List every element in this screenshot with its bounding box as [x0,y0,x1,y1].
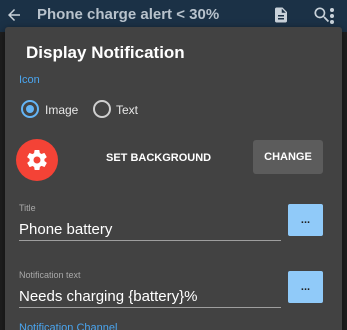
notification-text-field-label: Notification text [19,270,81,280]
notification-text-variables-button[interactable]: ... [288,271,323,303]
radio-image-label[interactable]: Image [45,103,78,117]
radio-text-label[interactable]: Text [116,103,138,117]
gear-icon [27,149,47,171]
title-field-underline [19,240,281,241]
display-notification-dialog: Display Notification Icon Image Text SET… [5,27,342,330]
radio-text[interactable] [93,100,111,118]
dialog-title: Display Notification [26,43,185,62]
notification-text-field-underline [19,307,281,308]
set-background-button[interactable]: SET BACKGROUND [106,152,211,164]
arrow-left-icon[interactable] [5,6,23,24]
more-vert-icon[interactable] [329,7,335,25]
notification-icon-preview[interactable] [16,139,58,181]
document-icon[interactable] [272,5,290,25]
notification-text-field[interactable]: Needs charging {battery}% [19,288,197,305]
radio-image[interactable] [21,100,39,118]
page-title: Phone charge alert < 30% [37,6,220,23]
title-variables-button[interactable]: ... [288,204,323,236]
notification-channel-label: Notification Channel [19,322,118,330]
title-field[interactable]: Phone battery [19,221,112,238]
change-button[interactable]: CHANGE [253,140,323,174]
icon-section-label: Icon [19,74,40,86]
title-field-label: Title [19,203,36,213]
